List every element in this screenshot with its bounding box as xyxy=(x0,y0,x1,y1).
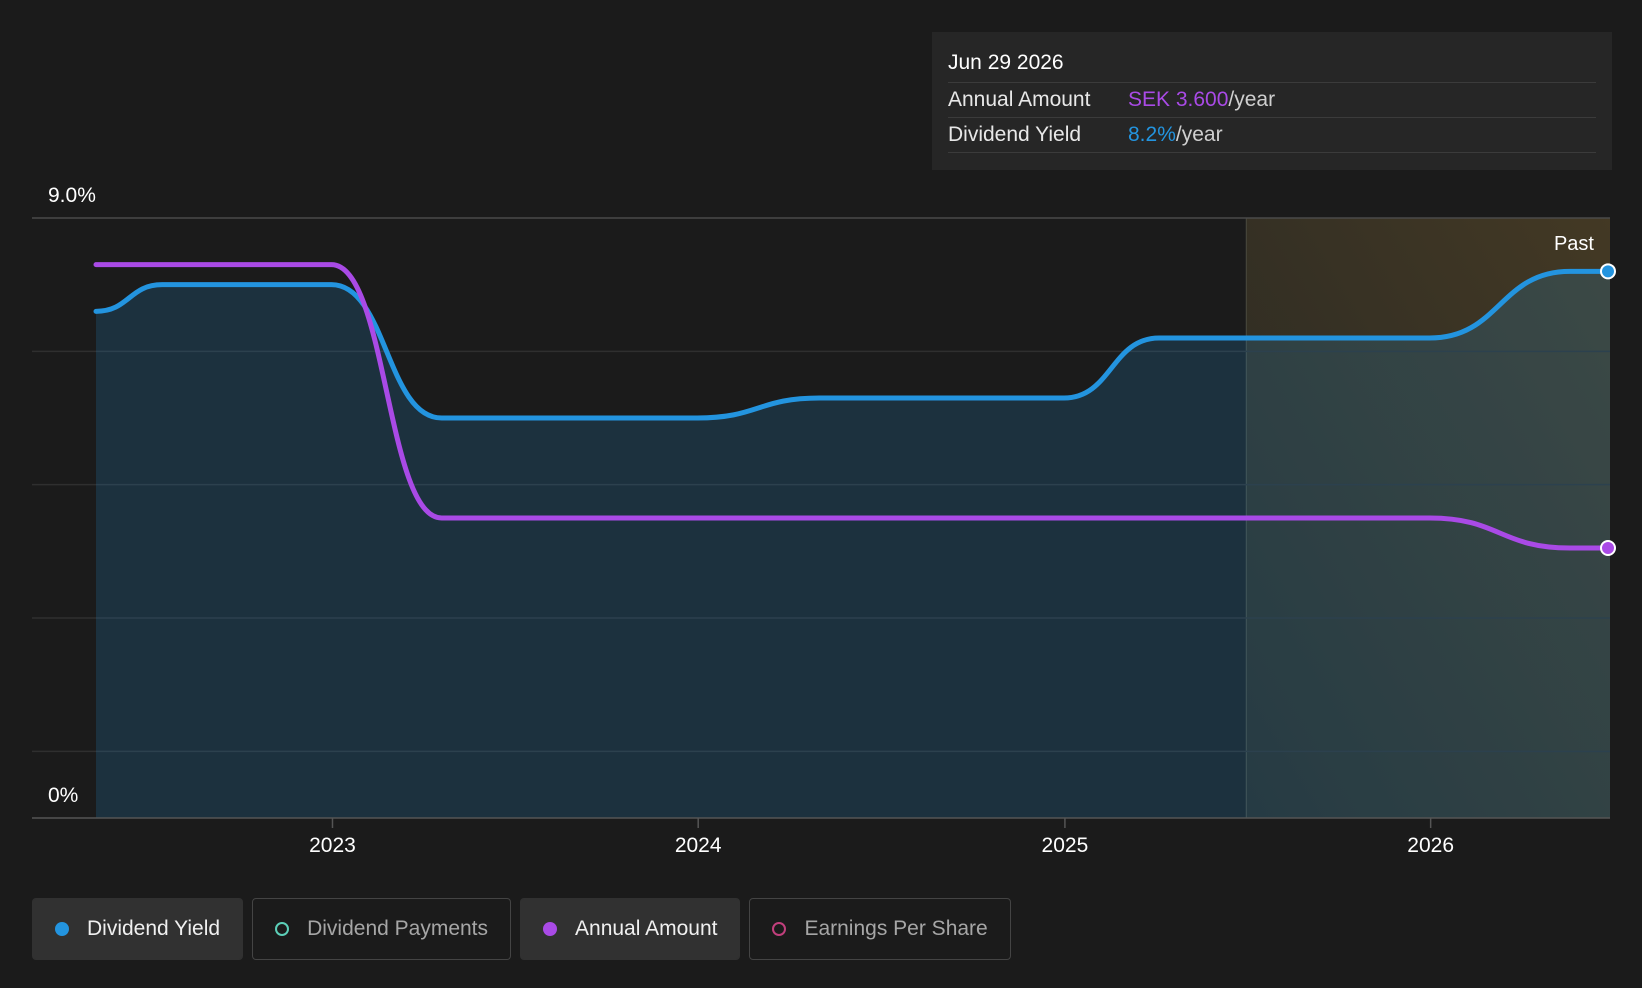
tooltip-date: Jun 29 2026 xyxy=(948,48,1596,83)
x-tick-label: 2023 xyxy=(309,834,356,857)
earnings-per-share-ring-icon xyxy=(772,922,787,936)
tooltip-suffix: /year xyxy=(1175,123,1223,146)
tooltip-label: Annual Amount xyxy=(948,88,1091,111)
legend: Dividend Yield Dividend Payments Annual … xyxy=(32,898,1011,960)
legend-label: Annual Amount xyxy=(575,917,718,940)
dividend-yield-area xyxy=(96,271,1610,818)
tooltip-value: 8.2% xyxy=(1128,123,1176,146)
legend-item-dividend-payments[interactable]: Dividend Payments xyxy=(252,898,512,960)
legend-label: Earnings Per Share xyxy=(804,917,988,940)
dividend-yield-dot-icon xyxy=(55,922,69,936)
x-tick-label: 2026 xyxy=(1407,834,1454,857)
legend-item-earnings-per-share[interactable]: Earnings Per Share xyxy=(749,898,1011,960)
tooltip: Jun 29 2026 Annual Amount SEK 3.600/year… xyxy=(932,32,1612,170)
dividend-yield-end-marker[interactable] xyxy=(1600,263,1616,280)
annual-amount-end-marker[interactable] xyxy=(1600,540,1616,556)
dividend-payments-ring-icon xyxy=(275,922,290,936)
y-axis-max-label: 9.0% xyxy=(48,184,96,207)
legend-label: Dividend Yield xyxy=(87,917,221,940)
tooltip-suffix: /year xyxy=(1228,88,1276,111)
tooltip-row-annual-amount: Annual Amount SEK 3.600/year xyxy=(948,83,1596,118)
x-tick-label: 2024 xyxy=(675,834,722,857)
tooltip-label: Dividend Yield xyxy=(948,123,1082,146)
legend-label: Dividend Payments xyxy=(307,917,489,940)
past-label: Past xyxy=(1554,233,1594,255)
y-axis-min-label: 0% xyxy=(48,784,78,807)
annual-amount-dot-icon xyxy=(543,922,558,936)
legend-item-annual-amount[interactable]: Annual Amount xyxy=(520,898,741,960)
x-axis: 2023 2024 2025 2026 xyxy=(309,818,1454,857)
legend-item-dividend-yield[interactable]: Dividend Yield xyxy=(32,898,244,960)
tooltip-value: SEK 3.600 xyxy=(1128,88,1229,111)
x-tick-label: 2025 xyxy=(1042,834,1089,857)
tooltip-row-dividend-yield: Dividend Yield 8.2%/year xyxy=(948,118,1596,153)
